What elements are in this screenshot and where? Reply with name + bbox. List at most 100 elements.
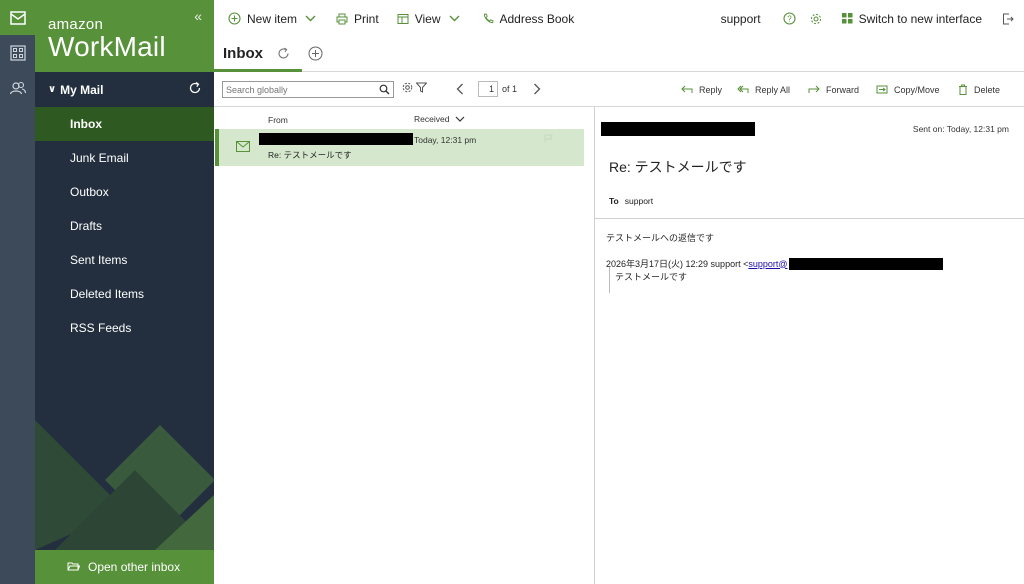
trash-icon bbox=[958, 84, 968, 95]
brand-header: amazon WorkMail « bbox=[35, 0, 214, 72]
calendar-grid-icon bbox=[9, 44, 26, 61]
new-item-button[interactable]: New item bbox=[222, 0, 322, 37]
folder-junk-email[interactable]: Junk Email bbox=[35, 141, 214, 175]
copy-move-button[interactable]: Copy/Move bbox=[876, 72, 940, 107]
brand-amazon: amazon bbox=[48, 16, 104, 33]
contacts-app-button[interactable] bbox=[0, 70, 35, 105]
envelope-icon bbox=[236, 141, 250, 152]
folder-sent-items[interactable]: Sent Items bbox=[35, 243, 214, 277]
redacted-sender bbox=[259, 133, 413, 145]
reply-all-label: Reply All bbox=[755, 84, 791, 95]
search-icon[interactable] bbox=[379, 84, 390, 95]
reply-button[interactable]: Reply bbox=[681, 72, 722, 107]
open-other-inbox-button[interactable]: Open other inbox bbox=[35, 550, 214, 584]
calendar-app-button[interactable] bbox=[0, 35, 35, 70]
gear-icon bbox=[810, 13, 821, 24]
mail-navigation: amazon WorkMail « ∨ My Mail Inbox Junk E… bbox=[35, 0, 214, 584]
folder-deleted-items[interactable]: Deleted Items bbox=[35, 277, 214, 311]
delete-button[interactable]: Delete bbox=[958, 72, 1000, 107]
search-box bbox=[222, 81, 394, 98]
message-toolbar: 1 of 1 Reply Reply All Forward Copy/Move… bbox=[214, 72, 1024, 107]
settings-button[interactable] bbox=[804, 0, 828, 37]
refresh-icon[interactable] bbox=[277, 47, 290, 60]
my-mail-label: My Mail bbox=[60, 82, 104, 97]
folder-outbox[interactable]: Outbox bbox=[35, 175, 214, 209]
search-settings-icon[interactable] bbox=[402, 82, 413, 93]
sent-timestamp: Sent on: Today, 12:31 pm bbox=[912, 124, 1009, 134]
decorative-shapes bbox=[35, 420, 214, 550]
folder-drafts[interactable]: Drafts bbox=[35, 209, 214, 243]
reply-all-button[interactable]: Reply All bbox=[737, 72, 790, 107]
chevron-down-icon: ∨ bbox=[48, 84, 57, 95]
brand-workmail: WorkMail bbox=[48, 31, 166, 62]
forward-button[interactable]: Forward bbox=[808, 72, 859, 107]
app-rail bbox=[0, 0, 35, 584]
folder-rss-feeds[interactable]: RSS Feeds bbox=[35, 311, 214, 345]
filter-icon[interactable] bbox=[416, 82, 427, 93]
tab-inbox-label: Inbox bbox=[223, 44, 263, 62]
my-mail-section[interactable]: ∨ My Mail bbox=[35, 72, 214, 107]
switch-interface-button[interactable]: Switch to new interface bbox=[836, 0, 988, 37]
address-book-label: Address Book bbox=[499, 11, 575, 26]
reply-icon bbox=[681, 85, 693, 94]
reply-label: Reply bbox=[699, 84, 723, 95]
plus-circle-icon bbox=[228, 12, 241, 25]
view-button[interactable]: View bbox=[391, 0, 466, 37]
contacts-icon bbox=[9, 81, 26, 94]
quoted-text-line: テストメールです bbox=[615, 272, 688, 282]
folder-open-icon bbox=[67, 560, 81, 574]
tab-row: Inbox bbox=[214, 37, 1024, 72]
mail-icon bbox=[9, 10, 26, 25]
folder-inbox[interactable]: Inbox bbox=[35, 107, 214, 141]
flag-icon[interactable] bbox=[544, 134, 553, 143]
delete-label: Delete bbox=[974, 84, 1001, 95]
sign-out-icon bbox=[1003, 13, 1014, 24]
page-count: of 1 bbox=[502, 84, 518, 94]
svg-text:?: ? bbox=[787, 15, 792, 24]
chevron-right-icon[interactable] bbox=[533, 83, 541, 95]
message-time: Today, 12:31 pm bbox=[414, 135, 477, 145]
email-subject: Re: テストメールです bbox=[609, 159, 747, 175]
copy-move-label: Copy/Move bbox=[894, 84, 940, 95]
print-button[interactable]: Print bbox=[330, 0, 385, 37]
message-row[interactable]: Today, 12:31 pm Re: テストメールです bbox=[215, 129, 584, 166]
reading-pane: Sent on: Today, 12:31 pm Re: テストメールです To… bbox=[595, 107, 1024, 584]
sign-out-button[interactable] bbox=[996, 0, 1020, 37]
add-tab-button[interactable] bbox=[308, 46, 323, 66]
user-menu[interactable]: support bbox=[715, 0, 767, 37]
open-other-inbox-label: Open other inbox bbox=[88, 560, 181, 574]
address-book-button[interactable]: Address Book bbox=[476, 0, 581, 37]
forward-label: Forward bbox=[826, 84, 860, 95]
chevron-left-icon[interactable] bbox=[456, 83, 464, 95]
plus-circle-icon bbox=[308, 46, 323, 61]
quoted-email-link[interactable]: support@ bbox=[748, 259, 787, 269]
quoted-text: テストメールです bbox=[609, 267, 687, 293]
email-body-text: テストメールへの返信です bbox=[606, 233, 715, 243]
search-input[interactable] bbox=[226, 84, 376, 95]
column-from[interactable]: From bbox=[268, 115, 288, 125]
new-item-label: New item bbox=[247, 11, 298, 26]
toolbar-right: support ? Switch to new interface bbox=[715, 0, 1024, 37]
to-label: To bbox=[609, 196, 619, 206]
redacted-email-domain bbox=[788, 257, 943, 270]
chevron-down-icon bbox=[449, 15, 460, 22]
collapse-nav-icon[interactable]: « bbox=[194, 8, 202, 24]
copy-move-icon bbox=[876, 85, 888, 94]
chevron-down-icon bbox=[455, 114, 465, 124]
tab-inbox[interactable]: Inbox bbox=[214, 37, 302, 72]
view-layout-icon bbox=[397, 13, 409, 25]
to-value[interactable]: support bbox=[625, 196, 653, 206]
view-label: View bbox=[414, 11, 441, 26]
column-received[interactable]: Received bbox=[414, 114, 465, 124]
refresh-icon[interactable] bbox=[188, 81, 202, 95]
help-button[interactable]: ? bbox=[777, 0, 802, 37]
page-number-input[interactable]: 1 bbox=[478, 81, 498, 97]
forward-icon bbox=[808, 85, 820, 94]
redacted-sender-name bbox=[601, 122, 755, 136]
print-icon bbox=[336, 13, 348, 25]
print-label: Print bbox=[354, 11, 379, 26]
mail-app-button[interactable] bbox=[0, 0, 35, 35]
recipients: To support bbox=[609, 196, 653, 206]
message-list-header: From Received bbox=[214, 107, 594, 129]
phone-icon bbox=[482, 13, 494, 25]
